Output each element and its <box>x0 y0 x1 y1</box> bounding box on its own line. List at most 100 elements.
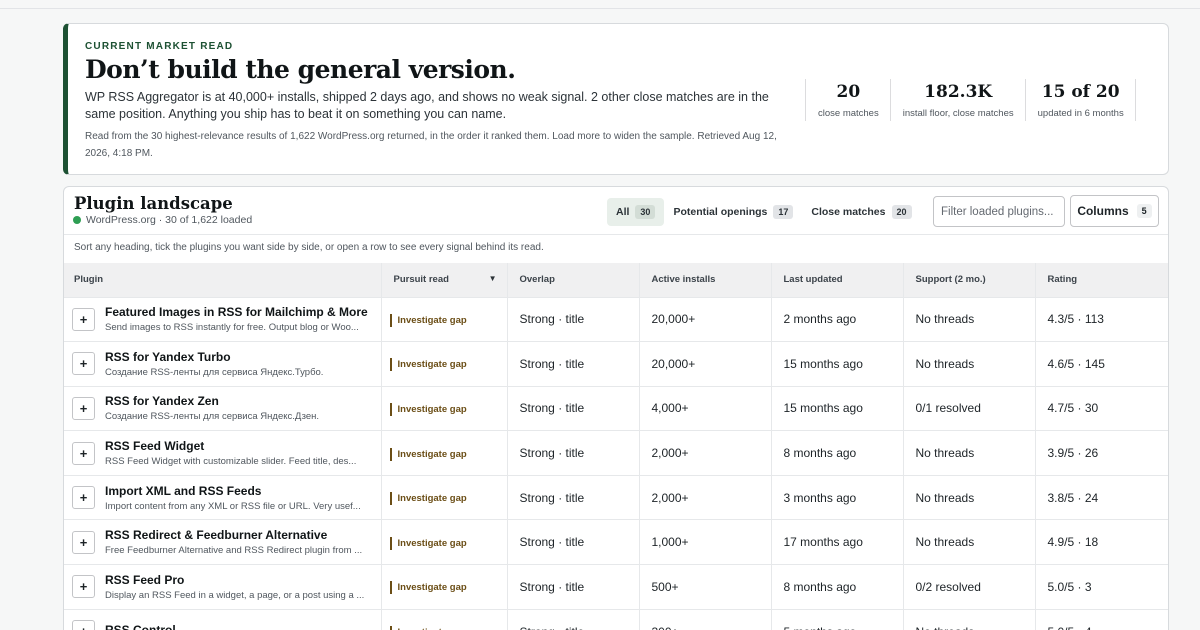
table-row[interactable]: + RSS Feed Widget RSS Feed Widget with cus… <box>64 430 1168 476</box>
plugin-cell: + Import XML and RSS Feeds Import content … <box>64 474 381 520</box>
plugin-text: RSS for Yandex Turbo Создание RSS-ленты д… <box>105 350 375 378</box>
col-label: Pursuit read <box>393 274 449 286</box>
tab-count: 20 <box>891 205 912 219</box>
add-compare-button[interactable]: + <box>72 530 95 554</box>
col-overlap[interactable]: Overlap <box>506 263 639 297</box>
plugin-landscape-panel: Plugin landscape WordPress.org · 30 of 1… <box>63 186 1169 630</box>
plugin-cell: + RSS for Yandex Turbo Создание RSS-ленты … <box>64 341 381 387</box>
plugin-name[interactable]: RSS for Yandex Zen <box>105 394 370 408</box>
tab-count: 30 <box>635 205 656 219</box>
overlap-cell: Strong · title <box>506 385 639 431</box>
rating-cell: 4.9/5 · 18 <box>1034 519 1168 565</box>
plugin-cell-inner: + Import XML and RSS Feeds Import content … <box>72 484 381 512</box>
updated-cell: 5 months ago <box>770 608 903 630</box>
pursuit-badge: Investigate gap <box>389 402 467 416</box>
market-read-card: CURRENT MARKET READ Don’t build the gene… <box>63 23 1169 175</box>
col-rating[interactable]: Rating <box>1034 263 1168 297</box>
add-compare-button[interactable]: + <box>72 352 95 376</box>
col-support[interactable]: Support (2 mo.) <box>902 263 1035 297</box>
pursuit-badge: Investigate gap <box>389 492 467 506</box>
installs-cell: 1,000+ <box>638 519 771 565</box>
plugin-text: RSS Redirect & Feedburner Alternative Fre… <box>105 528 375 556</box>
plugin-description: Import content from any XML or RSS file … <box>105 500 361 512</box>
panel-title: Plugin landscape <box>74 194 233 213</box>
rating-cell: 5.0/5 · 4 <box>1034 608 1168 630</box>
table-row[interactable]: + RSS for Yandex Zen Создание RSS-ленты дл… <box>64 385 1168 431</box>
support-cell: No threads <box>902 608 1035 630</box>
pursuit-cell: Investigate gap <box>380 430 507 476</box>
stat-label: updated in 6 months <box>1037 108 1124 119</box>
support-cell: No threads <box>902 430 1035 476</box>
add-compare-button[interactable]: + <box>72 575 95 599</box>
updated-cell: 3 months ago <box>770 474 903 520</box>
plugin-cell-inner: + RSS Feed Widget RSS Feed Widget with cus… <box>72 439 381 467</box>
plugin-name[interactable]: RSS Control <box>105 623 370 630</box>
stat-value: 20 <box>836 82 861 102</box>
table-row[interactable]: + RSS Control Investigate gap Strong · titl… <box>64 608 1168 630</box>
plugin-name[interactable]: RSS for Yandex Turbo <box>105 350 370 364</box>
col-pursuit-read[interactable]: Pursuit read ▼ <box>380 263 507 297</box>
add-compare-button[interactable]: + <box>72 486 95 510</box>
stat-updated: 15 of 20 updated in 6 months <box>1024 79 1136 121</box>
columns-button[interactable]: Columns 5 <box>1070 195 1159 227</box>
tab-close-matches[interactable]: Close matches 20 <box>802 198 920 226</box>
table-row[interactable]: + Featured Images in RSS for Mailchimp & … <box>64 296 1168 342</box>
tab-label: Potential openings <box>673 206 768 218</box>
col-last-updated[interactable]: Last updated <box>770 263 903 297</box>
installs-cell: 500+ <box>638 564 771 610</box>
market-summary: WP RSS Aggregator is at 40,000+ installs… <box>85 90 769 121</box>
table-row[interactable]: + RSS Feed Pro Display an RSS Feed in a wi… <box>64 564 1168 610</box>
plugin-name[interactable]: Featured Images in RSS for Mailchimp & M… <box>105 305 370 319</box>
updated-cell: 8 months ago <box>770 564 903 610</box>
add-compare-button[interactable]: + <box>72 307 95 331</box>
col-plugin[interactable]: Plugin <box>64 263 381 297</box>
plugin-cell: + Featured Images in RSS for Mailchimp & … <box>64 296 381 342</box>
pursuit-cell: Investigate gap <box>380 385 507 431</box>
plugin-description: Создание RSS-ленты для сервиса Яндекс.Ту… <box>105 366 324 378</box>
tab-label: All <box>616 206 630 218</box>
plugin-name[interactable]: RSS Feed Widget <box>105 439 370 453</box>
tab-potential-openings[interactable]: Potential openings 17 <box>664 198 802 226</box>
rating-cell: 3.8/5 · 24 <box>1034 474 1168 520</box>
add-compare-button[interactable]: + <box>72 396 95 420</box>
rating-cell: 3.9/5 · 26 <box>1034 430 1168 476</box>
overlap-cell: Strong · title <box>506 564 639 610</box>
plugin-cell: + RSS Feed Pro Display an RSS Feed in a wi… <box>64 564 381 610</box>
plugin-cell: + RSS Control <box>64 608 381 630</box>
installs-cell: 20,000+ <box>638 296 771 342</box>
panel-source: WordPress.org · 30 of 1,622 loaded <box>73 214 252 226</box>
plugin-name[interactable]: Import XML and RSS Feeds <box>105 484 370 498</box>
table-row[interactable]: + RSS for Yandex Turbo Создание RSS-ленты … <box>64 341 1168 387</box>
market-stats: 20 close matches 182.3K install floor, c… <box>805 79 1136 121</box>
plugin-description: Send images to RSS instantly for free. O… <box>105 322 359 334</box>
overlap-cell: Strong · title <box>506 608 639 630</box>
col-active-installs[interactable]: Active installs <box>638 263 771 297</box>
plugin-text: RSS Control <box>105 623 375 630</box>
filter-plugins-input[interactable] <box>933 196 1065 227</box>
add-compare-button[interactable]: + <box>72 441 95 465</box>
overlap-cell: Strong · title <box>506 296 639 342</box>
plugin-description: RSS Feed Widget with customizable slider… <box>105 456 357 468</box>
add-compare-button[interactable]: + <box>72 620 95 630</box>
plugin-name[interactable]: RSS Redirect & Feedburner Alternative <box>105 528 370 542</box>
columns-label: Columns <box>1077 204 1129 218</box>
pursuit-cell: Investigate gap <box>380 608 507 630</box>
table-row[interactable]: + RSS Redirect & Feedburner Alternative Fr… <box>64 519 1168 565</box>
plugin-name[interactable]: RSS Feed Pro <box>105 573 370 587</box>
tab-all[interactable]: All 30 <box>607 198 665 226</box>
support-cell: No threads <box>902 341 1035 387</box>
plugin-table: Plugin Pursuit read ▼ Overlap Active ins… <box>64 263 1168 630</box>
sort-desc-icon[interactable]: ▼ <box>489 274 497 283</box>
support-cell: No threads <box>902 296 1035 342</box>
installs-cell: 2,000+ <box>638 430 771 476</box>
pursuit-badge: Investigate gap <box>389 536 467 550</box>
pursuit-cell: Investigate gap <box>380 564 507 610</box>
installs-cell: 20,000+ <box>638 341 771 387</box>
rating-cell: 4.3/5 · 113 <box>1034 296 1168 342</box>
market-headline: Don’t build the general version. <box>85 55 516 84</box>
updated-cell: 15 months ago <box>770 341 903 387</box>
rating-cell: 4.6/5 · 145 <box>1034 341 1168 387</box>
table-row[interactable]: + Import XML and RSS Feeds Import content … <box>64 474 1168 520</box>
tab-label: Close matches <box>811 206 886 218</box>
plugin-cell-inner: + RSS for Yandex Turbo Создание RSS-ленты … <box>72 350 381 378</box>
